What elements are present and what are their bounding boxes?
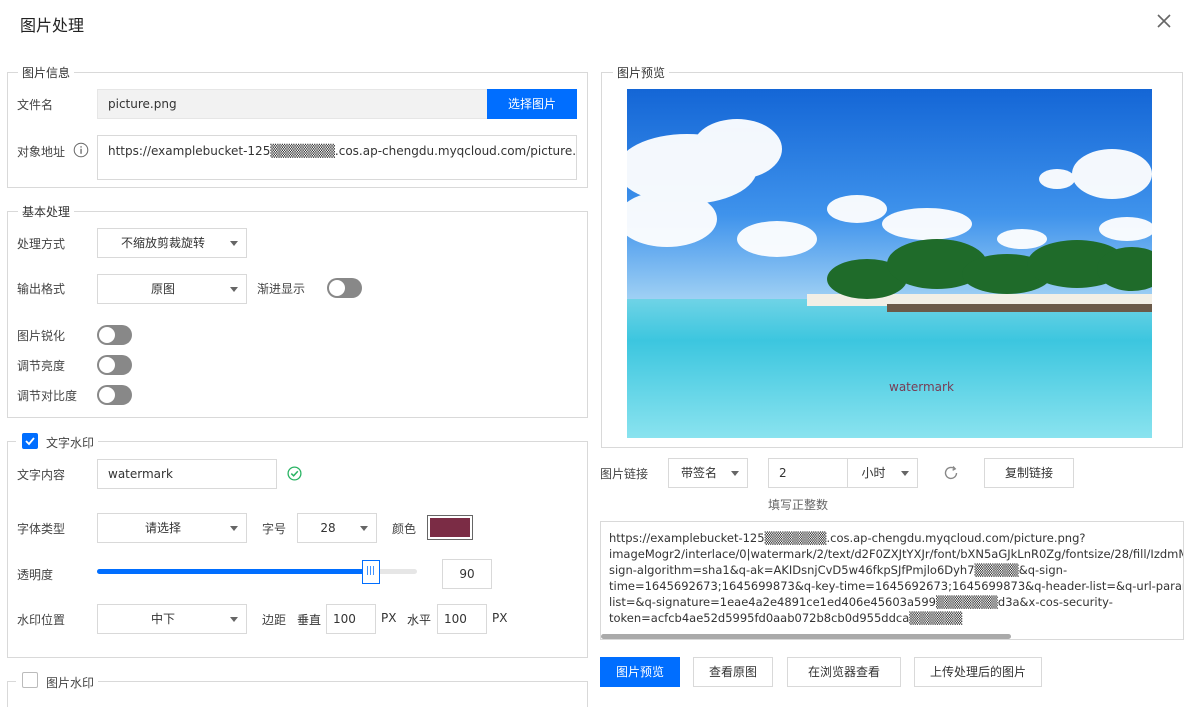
chevron-down-icon: [360, 526, 368, 531]
url-line: https://examplebucket-125▒▒▒▒▒▒▒.cos.ap-…: [609, 531, 1086, 545]
url-line: imageMogr2/interlace/0|watermark/2/text/…: [609, 547, 1184, 561]
toggle-knob: [99, 327, 115, 343]
sign-select[interactable]: 带签名: [668, 458, 748, 488]
method-select[interactable]: 不缩放剪裁旋转: [97, 228, 247, 258]
image-watermark-checkbox[interactable]: [22, 672, 38, 688]
format-select[interactable]: 原图: [97, 274, 247, 304]
chevron-down-icon: [230, 617, 238, 622]
refresh-icon[interactable]: [942, 464, 960, 482]
chevron-down-icon: [901, 471, 909, 476]
brightness-toggle[interactable]: [97, 355, 132, 375]
brightness-label: 调节亮度: [17, 359, 66, 373]
unit-select-value: 小时: [861, 466, 886, 480]
upload-processed-button[interactable]: 上传处理后的图片: [914, 657, 1042, 687]
integer-hint: 填写正整数: [768, 498, 829, 512]
filename-label: 文件名: [17, 98, 54, 112]
toggle-knob: [329, 280, 345, 296]
opacity-label: 透明度: [17, 568, 54, 582]
watermark-position-select-value: 中下: [150, 612, 175, 626]
check-circle-icon: [287, 466, 302, 481]
text-watermark-checkbox[interactable]: [22, 433, 38, 449]
format-label: 输出格式: [17, 282, 66, 296]
color-label: 颜色: [392, 522, 417, 536]
select-image-button[interactable]: 选择图片: [487, 89, 577, 119]
vertical-label: 垂直: [297, 613, 322, 627]
image-watermark-legend: 图片水印: [46, 676, 95, 690]
watermark-position-select[interactable]: 中下: [97, 604, 247, 634]
image-link-label: 图片链接: [600, 467, 649, 481]
close-icon[interactable]: [1155, 12, 1173, 30]
text-watermark-legend: 文字水印: [46, 436, 95, 450]
chevron-down-icon: [230, 287, 238, 292]
watermark-position-label: 水印位置: [17, 613, 66, 627]
font-type-select[interactable]: 请选择: [97, 513, 247, 543]
sharpen-label: 图片锐化: [17, 329, 66, 343]
chevron-down-icon: [230, 241, 238, 246]
preview-legend: 图片预览: [613, 64, 670, 81]
address-label: 对象地址: [17, 145, 66, 159]
unit-select[interactable]: 小时: [847, 458, 918, 488]
vertical-margin-input[interactable]: 100: [326, 604, 376, 634]
url-text: https://examplebucket-125▒▒▒▒▒▒▒.cos.ap-…: [609, 530, 1184, 626]
font-size-label: 字号: [262, 522, 287, 536]
check-icon: [25, 437, 35, 446]
image-info-legend: 图片信息: [18, 64, 75, 81]
duration-input[interactable]: 2: [768, 458, 848, 488]
font-size-select-value: 28: [320, 521, 336, 535]
chevron-down-icon: [230, 526, 238, 531]
dialog-title: 图片处理: [20, 16, 85, 35]
preview-image-button[interactable]: 图片预览: [600, 657, 680, 687]
chevron-down-icon: [731, 471, 739, 476]
font-type-select-value: 请选择: [144, 521, 181, 535]
url-line: sign-algorithm=sha1&q-ak=AKIDsnjCvD5w46f…: [609, 563, 1068, 577]
watermark-overlay: watermark: [889, 380, 954, 394]
url-line: list=&q-signature=1eae4a2e4891ce1ed406e4…: [609, 595, 1113, 609]
method-select-value: 不缩放剪裁旋转: [120, 236, 205, 250]
horizontal-unit: PX: [492, 611, 508, 625]
copy-link-button[interactable]: 复制链接: [984, 458, 1074, 488]
beach-photo: watermark: [627, 89, 1152, 438]
url-textarea[interactable]: https://examplebucket-125▒▒▒▒▒▒▒.cos.ap-…: [600, 521, 1184, 640]
basic-processing-section: [7, 211, 588, 418]
sign-select-value: 带签名: [680, 466, 717, 480]
vertical-unit: PX: [381, 611, 397, 625]
sharpen-toggle[interactable]: [97, 325, 132, 345]
margin-label: 边距: [262, 613, 287, 627]
filename-field[interactable]: picture.png: [97, 89, 489, 119]
basic-processing-legend: 基本处理: [18, 203, 75, 220]
view-original-button[interactable]: 查看原图: [693, 657, 773, 687]
url-line: token=acfcb4ae52d5995fd0aab072b8cb0d955d…: [609, 611, 963, 625]
color-picker[interactable]: [427, 515, 473, 540]
url-line: time=1645692673;1645699873&q-key-time=16…: [609, 579, 1184, 593]
opacity-slider-handle[interactable]: |||: [361, 560, 380, 584]
progressive-toggle[interactable]: [327, 278, 362, 298]
horizontal-label: 水平: [407, 613, 432, 627]
contrast-label: 调节对比度: [17, 389, 78, 403]
color-swatch: [430, 518, 470, 537]
method-label: 处理方式: [17, 237, 66, 251]
preview-image: watermark: [627, 89, 1152, 438]
font-size-select[interactable]: 28: [297, 513, 377, 543]
opacity-input[interactable]: 90: [442, 559, 492, 589]
contrast-toggle[interactable]: [97, 385, 132, 405]
open-in-browser-button[interactable]: 在浏览器查看: [787, 657, 901, 687]
toggle-knob: [99, 387, 115, 403]
progressive-label: 渐进显示: [257, 282, 306, 296]
info-icon[interactable]: [73, 142, 89, 158]
watermark-content-label: 文字内容: [17, 468, 66, 482]
opacity-slider-fill: [97, 569, 371, 574]
horizontal-scrollbar[interactable]: [601, 634, 1011, 639]
toggle-knob: [99, 357, 115, 373]
format-select-value: 原图: [150, 282, 175, 296]
horizontal-margin-input[interactable]: 100: [437, 604, 487, 634]
font-type-label: 字体类型: [17, 522, 66, 536]
object-address-field[interactable]: https://examplebucket-125▒▒▒▒▒▒▒.cos.ap-…: [97, 135, 577, 180]
watermark-content-input[interactable]: watermark: [97, 459, 277, 489]
opacity-slider[interactable]: |||: [97, 560, 417, 584]
